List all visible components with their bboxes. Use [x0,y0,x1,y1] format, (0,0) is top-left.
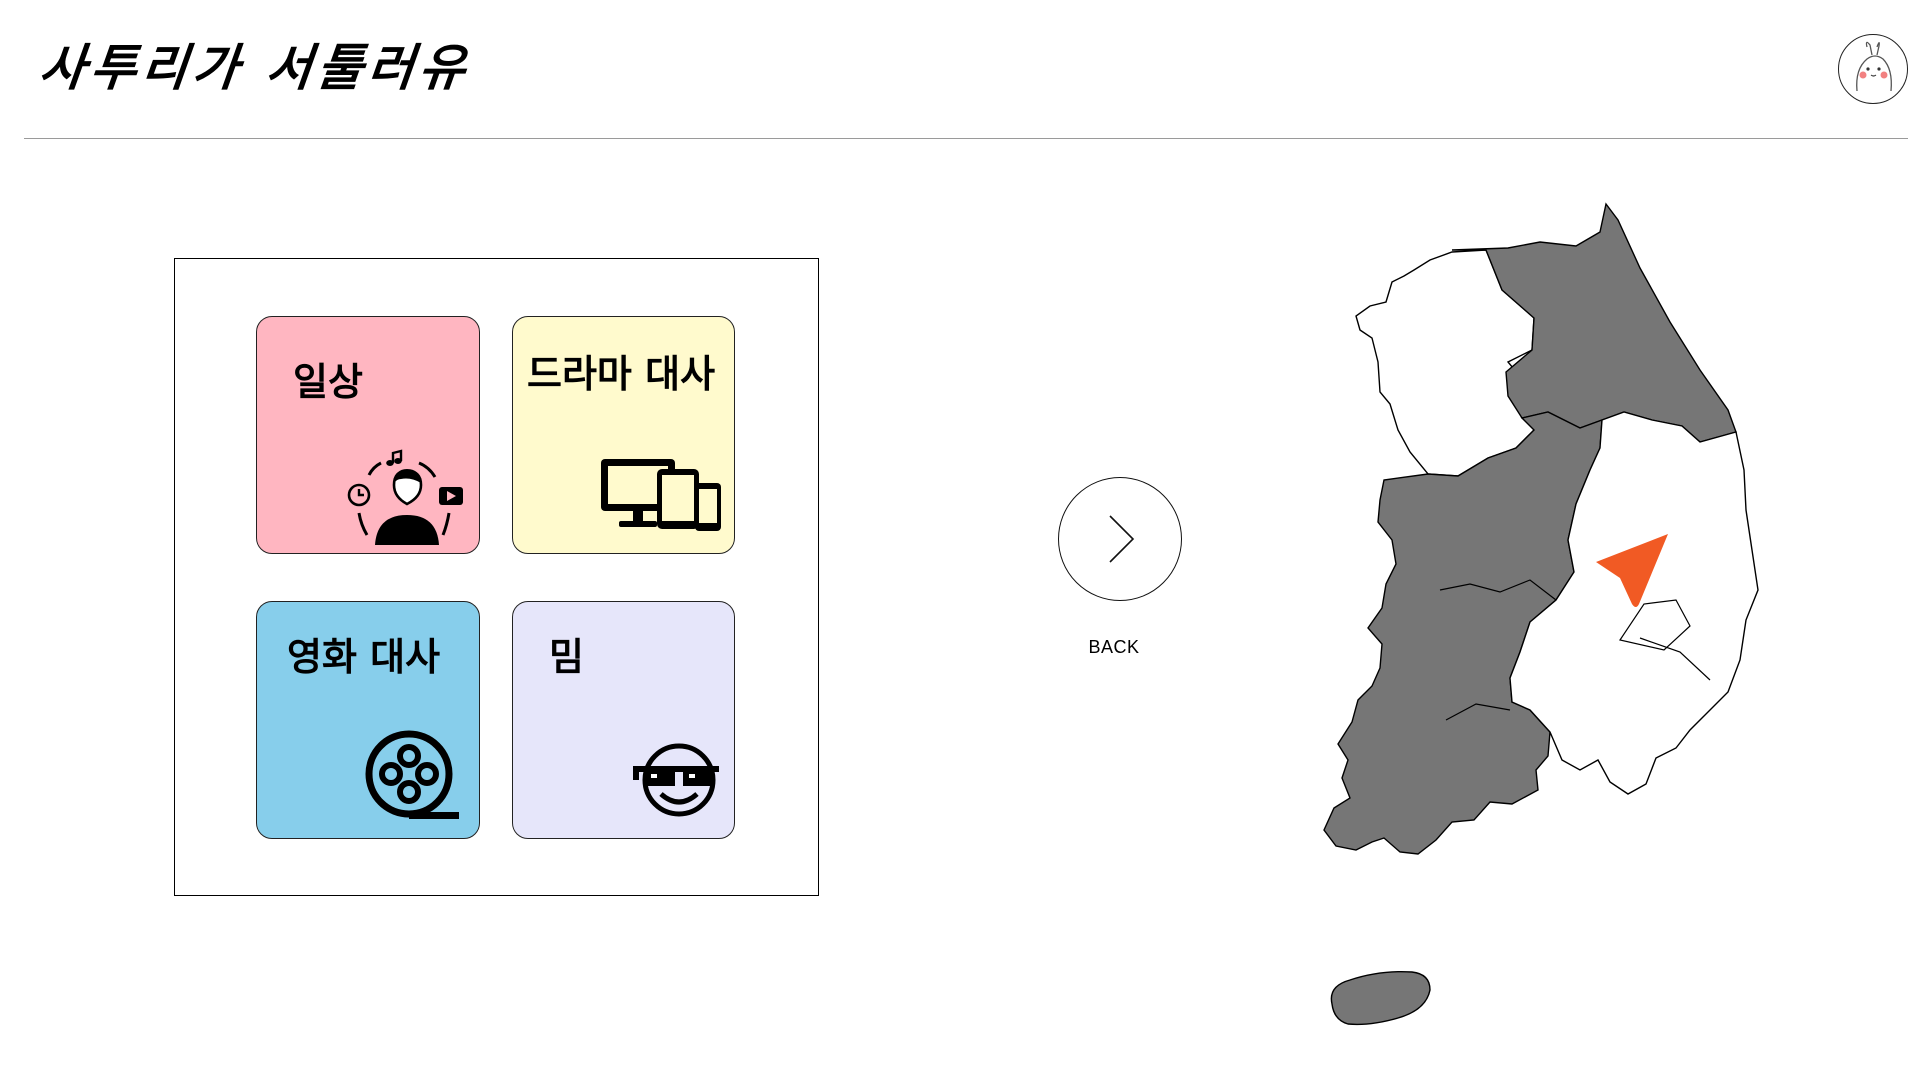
category-label: 일상 [293,360,363,404]
back-button[interactable] [1058,477,1182,601]
app-title: 사투리가 서툴러유 [36,38,474,97]
korea-map-icon [1323,202,1759,1026]
daily-life-person-icon [347,449,463,545]
category-label: 영화 대사 [287,635,441,679]
category-card-daily[interactable]: 일상 [256,316,480,554]
category-label: 드라마 대사 [527,352,716,396]
category-card-meme[interactable]: 밈 [512,601,735,839]
category-card-movie[interactable]: 영화 대사 [256,601,480,839]
film-reel-icon [365,730,459,819]
bunny-avatar-icon [1856,41,1892,92]
profile-avatar[interactable] [1838,34,1908,104]
category-label: 밈 [549,635,584,679]
sunglasses-smiley-icon [633,743,719,817]
map-region-jeju [1330,970,1431,1026]
category-card-drama[interactable]: 드라마 대사 [512,316,735,554]
category-panel: 일상 드라마 대사 영화 대사 밈 [174,258,819,896]
back-label: BACK [1088,637,1140,657]
devices-icon [601,459,721,531]
chevron-right-icon [1109,515,1135,563]
header-divider [24,138,1908,139]
